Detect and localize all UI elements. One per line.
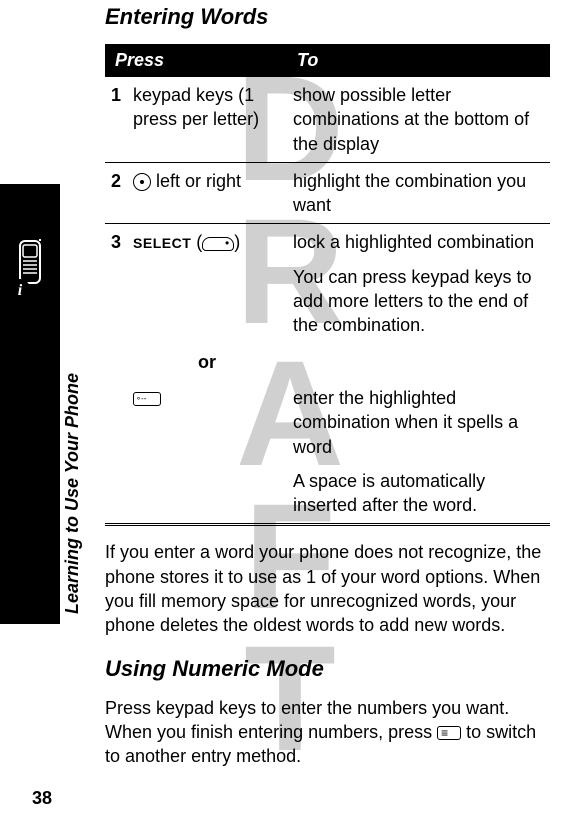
page-content: Entering Words Press To 1 keypad keys (1…	[0, 4, 580, 769]
press-cell: left or right	[127, 162, 287, 224]
to-cell: enter the highlighted combination when i…	[287, 380, 550, 525]
header-press: Press	[105, 44, 287, 77]
to-text: enter the highlighted combination when i…	[293, 386, 544, 459]
press-text: left or right	[151, 171, 241, 191]
svg-text:i: i	[18, 282, 23, 299]
page-number: 38	[32, 788, 52, 809]
to-text-extra: A space is automatically inserted after …	[293, 469, 544, 518]
press-cell: SELECT ()	[127, 224, 287, 344]
menu-key-icon	[437, 726, 461, 740]
instruction-table: Press To 1 keypad keys (1 press per lett…	[105, 44, 550, 526]
to-cell: lock a highlighted combination You can p…	[287, 224, 550, 344]
step-number: 2	[105, 162, 127, 224]
body-paragraph: If you enter a word your phone does not …	[105, 540, 550, 637]
table-row: 1 keypad keys (1 press per letter) show …	[105, 77, 550, 162]
to-cell: show possible letter combinations at the…	[287, 77, 550, 162]
select-label: SELECT	[133, 235, 191, 251]
header-to: To	[287, 44, 550, 77]
body-paragraph: Press keypad keys to enter the numbers y…	[105, 696, 550, 769]
to-cell: highlight the combination you want	[287, 162, 550, 224]
press-cell: ∘--	[127, 380, 287, 525]
or-label: or	[127, 344, 287, 380]
section-label: Learning to Use Your Phone	[62, 373, 83, 614]
heading-entering-words: Entering Words	[105, 4, 550, 30]
phone-icon: i	[8, 239, 52, 306]
nav-key-icon	[133, 173, 151, 191]
to-text-extra: You can press keypad keys to add more le…	[293, 265, 544, 338]
table-row: 2 left or right highlight the combinatio…	[105, 162, 550, 224]
send-key-icon: ∘--	[133, 392, 161, 406]
softkey-icon	[202, 237, 234, 251]
press-cell: keypad keys (1 press per letter)	[127, 77, 287, 162]
to-text: lock a highlighted combination	[293, 230, 544, 254]
step-number: 1	[105, 77, 127, 162]
table-row: ∘-- enter the highlighted combination wh…	[105, 380, 550, 525]
step-number: 3	[105, 224, 127, 344]
table-row: or	[105, 344, 550, 380]
table-row: 3 SELECT () lock a highlighted combinati…	[105, 224, 550, 344]
heading-numeric-mode: Using Numeric Mode	[105, 656, 550, 682]
